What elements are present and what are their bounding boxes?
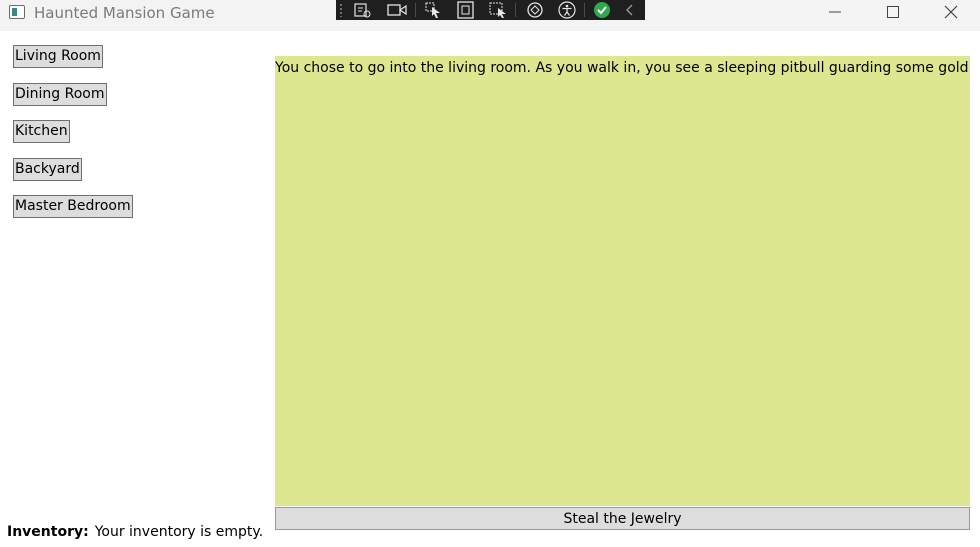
record-icon[interactable]	[384, 0, 407, 20]
check-icon[interactable]	[591, 0, 613, 20]
inventory-status: Inventory: Your inventory is empty.	[7, 522, 263, 542]
toolbar-grip-icon[interactable]	[339, 3, 343, 17]
toolbar-separator	[515, 3, 516, 17]
debug-toolbar	[336, 0, 645, 20]
maximize-icon	[887, 6, 899, 18]
collapse-chevron-icon[interactable]	[621, 0, 643, 20]
steal-jewelry-button[interactable]: Steal the Jewelry	[275, 507, 970, 530]
accessibility-icon[interactable]	[556, 0, 578, 20]
living-room-button[interactable]: Living Room	[13, 45, 103, 68]
close-button[interactable]	[922, 0, 980, 24]
display-layout-icon[interactable]	[454, 0, 476, 20]
minimize-icon	[829, 11, 841, 13]
minimize-button[interactable]	[806, 0, 864, 24]
dining-room-button[interactable]: Dining Room	[13, 83, 107, 106]
maximize-button[interactable]	[864, 0, 922, 24]
inventory-value: Your inventory is empty.	[94, 524, 264, 540]
select-element-icon[interactable]	[350, 0, 372, 20]
app-icon	[9, 5, 25, 19]
close-icon	[944, 5, 958, 19]
story-panel: You chose to go into the living room. As…	[275, 56, 970, 506]
toolbar-separator	[584, 3, 585, 17]
kitchen-button[interactable]: Kitchen	[13, 120, 70, 143]
hot-reload-icon[interactable]	[524, 0, 546, 20]
window-title: Haunted Mansion Game	[34, 4, 215, 22]
pointer-select-icon[interactable]	[422, 0, 444, 20]
story-text: You chose to go into the living room. As…	[275, 60, 970, 76]
toolbar-separator	[415, 3, 416, 17]
track-focus-icon[interactable]	[486, 0, 508, 20]
app-window: Haunted Mansion Game Living Room Dining …	[0, 0, 980, 547]
backyard-button[interactable]: Backyard	[13, 158, 82, 181]
master-bedroom-button[interactable]: Master Bedroom	[13, 195, 133, 218]
inventory-label: Inventory:	[7, 524, 89, 540]
